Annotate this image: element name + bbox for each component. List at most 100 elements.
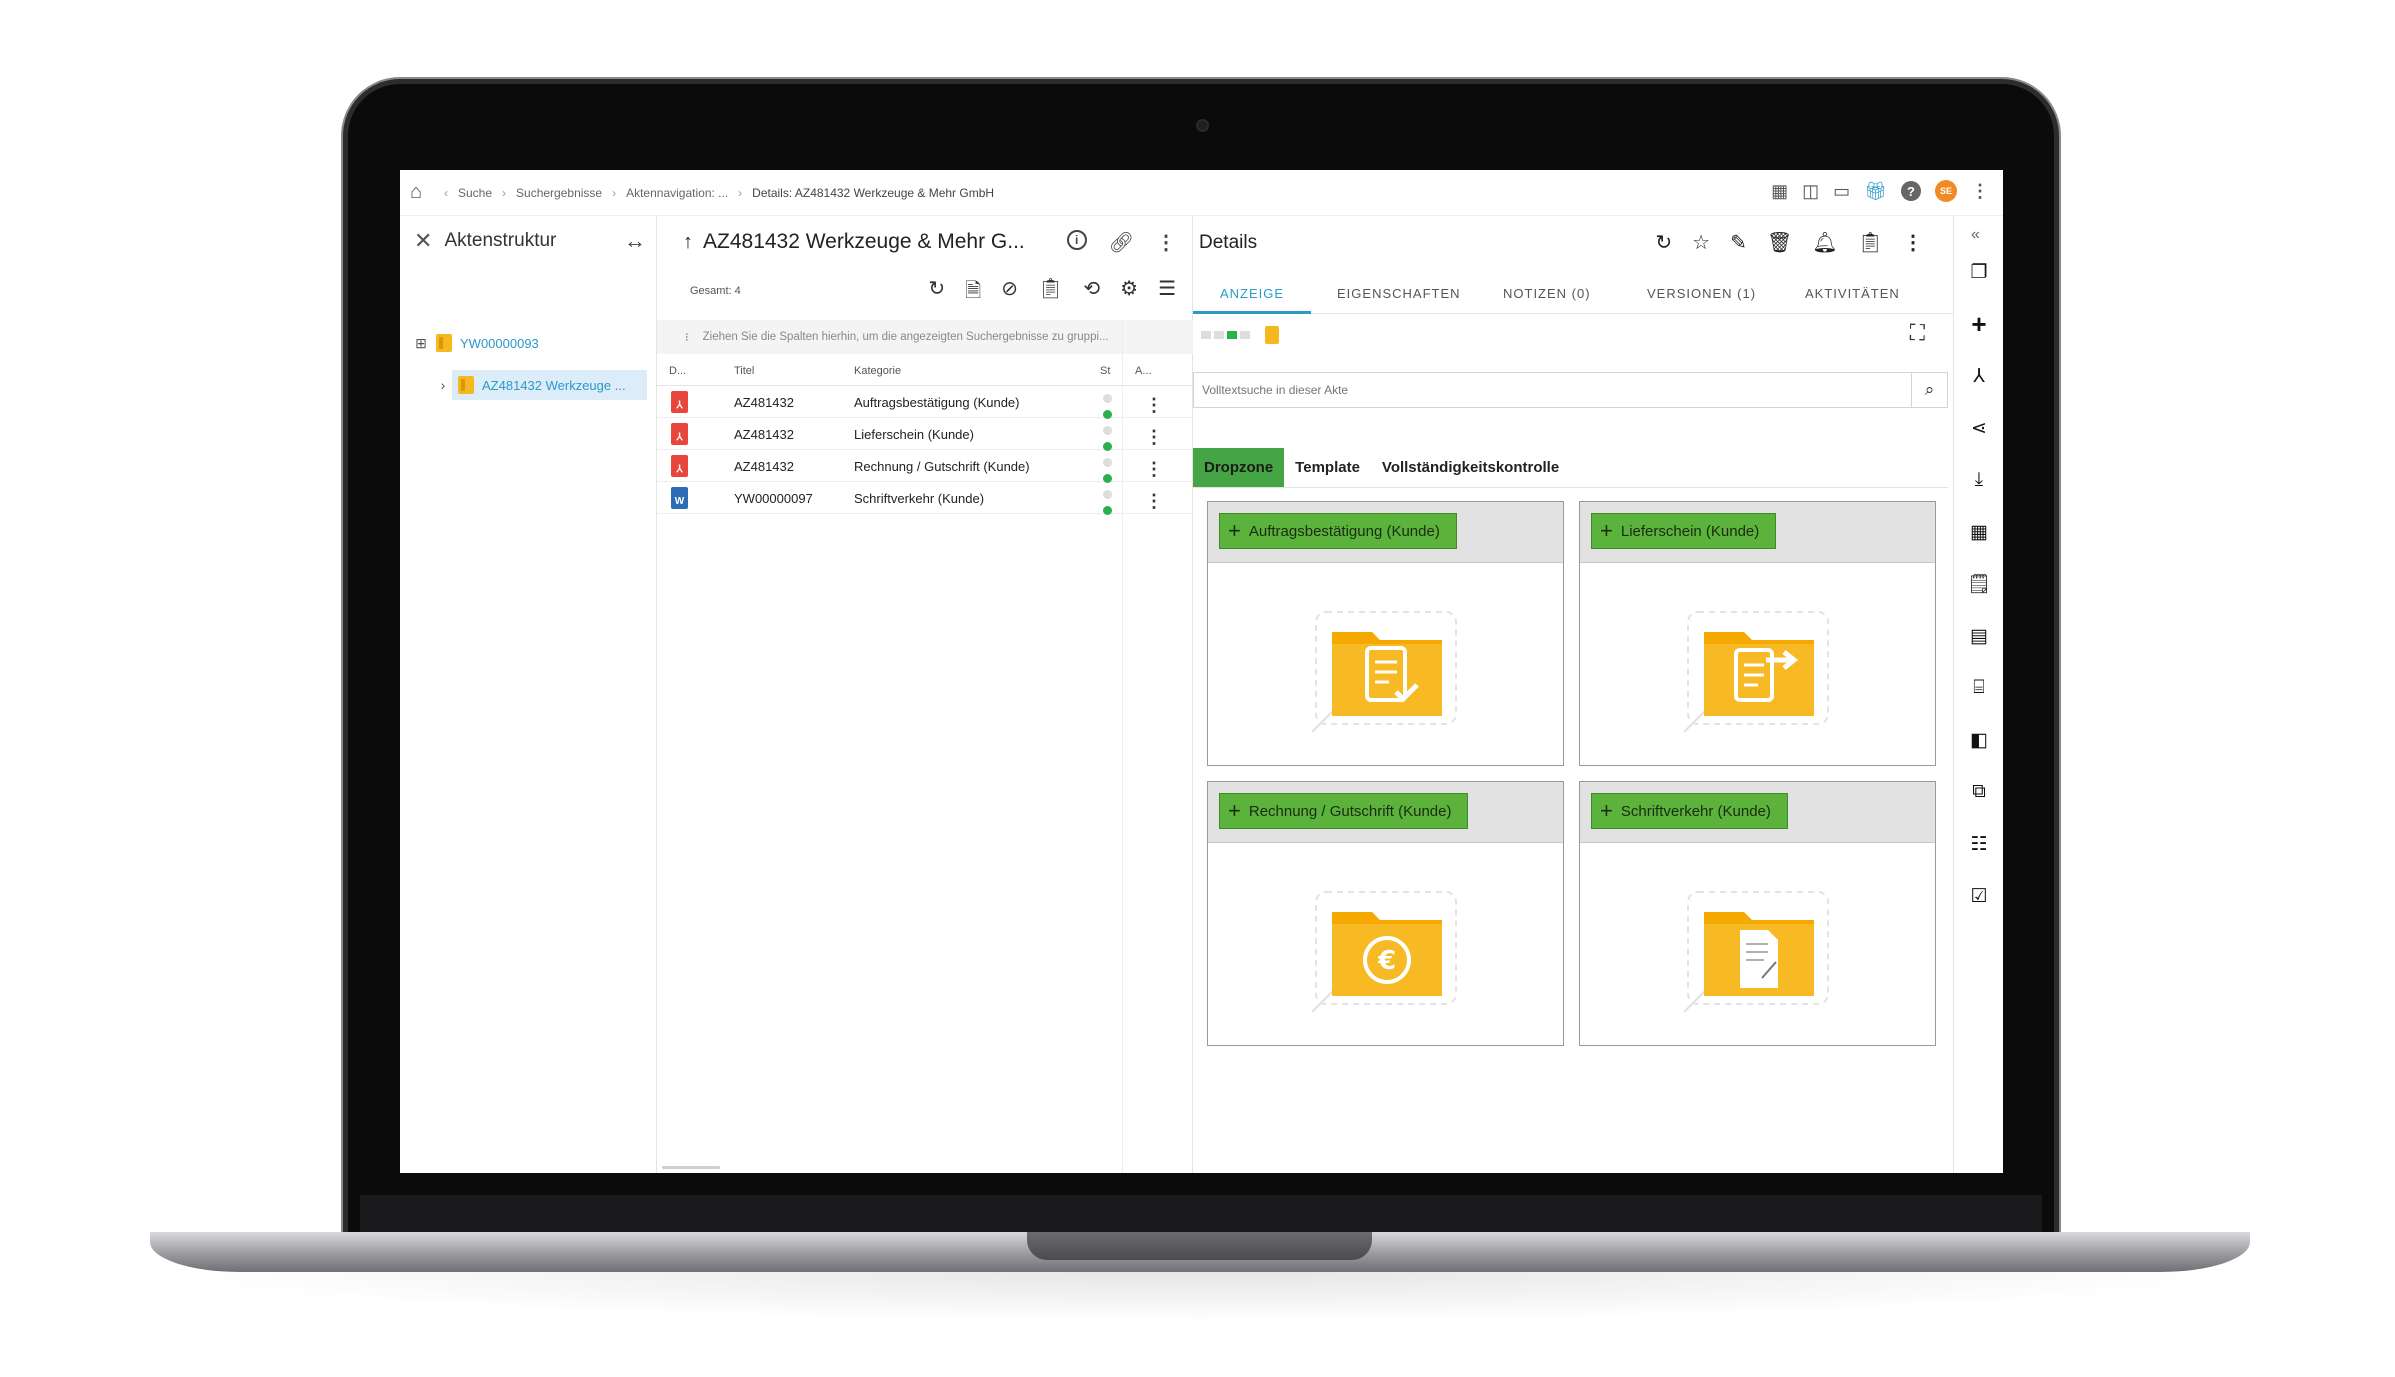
table-icon[interactable]: ▦ — [1966, 519, 1992, 545]
subtab-completeness[interactable]: Vollständigkeitskontrolle — [1371, 448, 1570, 487]
tab-eigenschaften[interactable]: EIGENSCHAFTEN — [1337, 286, 1461, 301]
more-vertical-icon[interactable]: ⋮ — [1156, 230, 1176, 255]
dropzone-card[interactable]: + Lieferschein (Kunde) — [1579, 501, 1936, 766]
star-icon[interactable]: ☆ — [1692, 230, 1710, 255]
workflow-icon[interactable]: ⧉ — [1966, 779, 1992, 805]
view-switcher[interactable] — [1201, 326, 1279, 344]
unlink-icon[interactable]: ⊘ — [1001, 276, 1018, 310]
dropzone-card[interactable]: + Auftragsbestätigung (Kunde) — [1207, 501, 1564, 766]
row-menu-icon[interactable]: ⋮ — [1145, 491, 1163, 512]
column-header-category[interactable]: Kategorie — [854, 365, 901, 377]
history-icon[interactable]: ⟲ — [1083, 276, 1100, 310]
document-add-icon[interactable]: 🗎︎ — [965, 276, 981, 310]
details-tabs: ANZEIGE EIGENSCHAFTEN NOTIZEN (0) VERSIO… — [1193, 276, 1953, 314]
breadcrumb-item-navigation[interactable]: Aktennavigation: ... — [626, 186, 728, 200]
word-icon: W — [671, 487, 688, 509]
tab-aktivitaeten[interactable]: AKTIVITÄTEN — [1805, 286, 1900, 301]
folder-icon — [458, 376, 474, 394]
tab-notizen[interactable]: NOTIZEN (0) — [1503, 286, 1591, 301]
home-icon[interactable]: ⌂ — [410, 181, 436, 204]
table-row[interactable]: ⅄ AZ481432 Rechnung / Gutschrift (Kunde)… — [657, 450, 1193, 483]
document-edit-icon[interactable]: 🗒︎ — [1966, 571, 1992, 597]
tree-node-yw00000093[interactable]: ⊞ YW00000093 — [412, 328, 539, 358]
help-icon[interactable]: ? — [1901, 181, 1921, 201]
view-segment[interactable] — [1240, 331, 1250, 339]
add-document-button[interactable]: + Auftragsbestätigung (Kunde) — [1219, 513, 1457, 549]
group-by-dropzone[interactable]: ⁝ Ziehen Sie die Spalten hierhin, um die… — [657, 320, 1193, 354]
subtab-template[interactable]: Template — [1284, 448, 1371, 487]
calendar-icon[interactable]: ▤ — [1966, 623, 1992, 649]
copy-document-icon[interactable]: ❐ — [1966, 259, 1992, 285]
table-row[interactable]: ⅄ AZ481432 Auftragsbestätigung (Kunde) ⋮ — [657, 386, 1193, 419]
column-header-title[interactable]: Titel — [734, 365, 754, 377]
dropzone-label: Rechnung / Gutschrift (Kunde) — [1248, 802, 1452, 820]
tab-anzeige[interactable]: ANZEIGE — [1220, 286, 1284, 301]
bell-icon[interactable]: 🔔︎ — [1812, 230, 1837, 255]
checklist-icon[interactable]: ☷ — [1966, 831, 1992, 857]
subtab-dropzone[interactable]: Dropzone — [1193, 448, 1285, 487]
search-icon[interactable]: ⌕ — [1911, 373, 1947, 407]
share-icon[interactable]: ⋖ — [1966, 415, 1992, 441]
back-icon[interactable]: ‹ — [444, 186, 448, 200]
row-menu-icon[interactable]: ⋮ — [1145, 427, 1163, 448]
gift-icon[interactable]: 🎁︎ — [1864, 181, 1887, 202]
plus-icon[interactable]: + — [1966, 309, 1992, 339]
resize-icon[interactable]: ↔ — [624, 228, 646, 254]
tab-versionen[interactable]: VERSIONEN (1) — [1647, 286, 1756, 301]
delete-icon[interactable]: 🗑︎ — [1767, 230, 1792, 255]
folder-icon — [436, 334, 452, 352]
tree-node-label[interactable]: AZ481432 Werkzeuge ... — [482, 378, 626, 393]
edit-icon[interactable]: ✎ — [1730, 230, 1747, 255]
link-icon[interactable]: 🔗︎ — [1109, 230, 1134, 255]
list-view-icon[interactable]: ☰ — [1158, 276, 1176, 310]
folder-icon — [1265, 326, 1279, 344]
chevron-right-icon[interactable]: › — [434, 377, 452, 393]
copy-icon[interactable]: 📋︎ — [1858, 230, 1883, 255]
settings-icon[interactable]: ⚙ — [1120, 276, 1138, 310]
row-menu-icon[interactable]: ⋮ — [1145, 395, 1163, 416]
refresh-icon[interactable]: ↻ — [928, 276, 945, 310]
fullscreen-icon[interactable]: ⛶ — [1910, 320, 1925, 346]
layout-icon[interactable]: ◫ — [1802, 181, 1819, 202]
plus-icon: + — [1600, 798, 1613, 823]
row-menu-icon[interactable]: ⋮ — [1145, 459, 1163, 480]
window-icon[interactable]: ▭ — [1833, 181, 1850, 202]
view-segment[interactable] — [1214, 331, 1224, 339]
clipboard-check-icon[interactable]: ☑ — [1966, 883, 1992, 909]
dropzone-card[interactable]: + Rechnung / Gutschrift (Kunde) € — [1207, 781, 1564, 1046]
scanner-icon[interactable]: ⌸ — [1966, 675, 1992, 701]
column-header-type[interactable]: D... — [669, 365, 686, 377]
more-vertical-icon[interactable]: ⋮ — [1903, 230, 1923, 255]
office-icon[interactable]: ◧ — [1966, 727, 1992, 753]
clipboard-icon[interactable]: 📋︎ — [1038, 276, 1063, 310]
table-row[interactable]: ⅄ AZ481432 Lieferschein (Kunde) ⋮ — [657, 418, 1193, 451]
add-document-button[interactable]: + Rechnung / Gutschrift (Kunde) — [1219, 793, 1469, 829]
download-icon[interactable]: ⤓ — [1966, 467, 1992, 493]
avatar[interactable]: SE — [1935, 180, 1957, 202]
info-icon[interactable]: i — [1066, 230, 1087, 250]
search-input[interactable] — [1194, 373, 1911, 407]
apps-grid-icon[interactable]: ▦ — [1771, 181, 1788, 202]
tree-node-selected[interactable]: AZ481432 Werkzeuge ... — [452, 370, 647, 400]
table-row[interactable]: W YW00000097 Schriftverkehr (Kunde) ⋮ — [657, 482, 1193, 515]
add-document-button[interactable]: + Schriftverkehr (Kunde) — [1591, 793, 1788, 829]
view-segment-active[interactable] — [1227, 331, 1237, 339]
tree-node-az481432[interactable]: › AZ481432 Werkzeuge ... — [434, 370, 647, 400]
collapse-icon[interactable]: « — [1971, 226, 1980, 244]
refresh-icon[interactable]: ↻ — [1655, 230, 1672, 255]
acrobat-icon[interactable]: ⅄ — [1966, 363, 1992, 389]
dropzone-card[interactable]: + Schriftverkehr (Kunde) — [1579, 781, 1936, 1046]
horizontal-scrollbar[interactable] — [662, 1166, 720, 1169]
column-header-actions[interactable]: A... — [1135, 365, 1152, 377]
breadcrumb-item-suche[interactable]: Suche — [458, 186, 492, 200]
column-header-status[interactable]: St — [1100, 365, 1110, 377]
close-icon[interactable]: ✕ — [414, 228, 432, 254]
add-document-button[interactable]: + Lieferschein (Kunde) — [1591, 513, 1777, 549]
arrow-up-icon[interactable]: ↑ — [683, 231, 693, 254]
expand-icon[interactable]: ⊞ — [412, 335, 430, 352]
view-segment[interactable] — [1201, 331, 1211, 339]
more-vertical-icon[interactable]: ⋮ — [1971, 181, 1989, 202]
tree-node-label[interactable]: YW00000093 — [460, 336, 539, 351]
row-title: YW00000097 — [734, 491, 813, 506]
breadcrumb-item-results[interactable]: Suchergebnisse — [516, 186, 602, 200]
